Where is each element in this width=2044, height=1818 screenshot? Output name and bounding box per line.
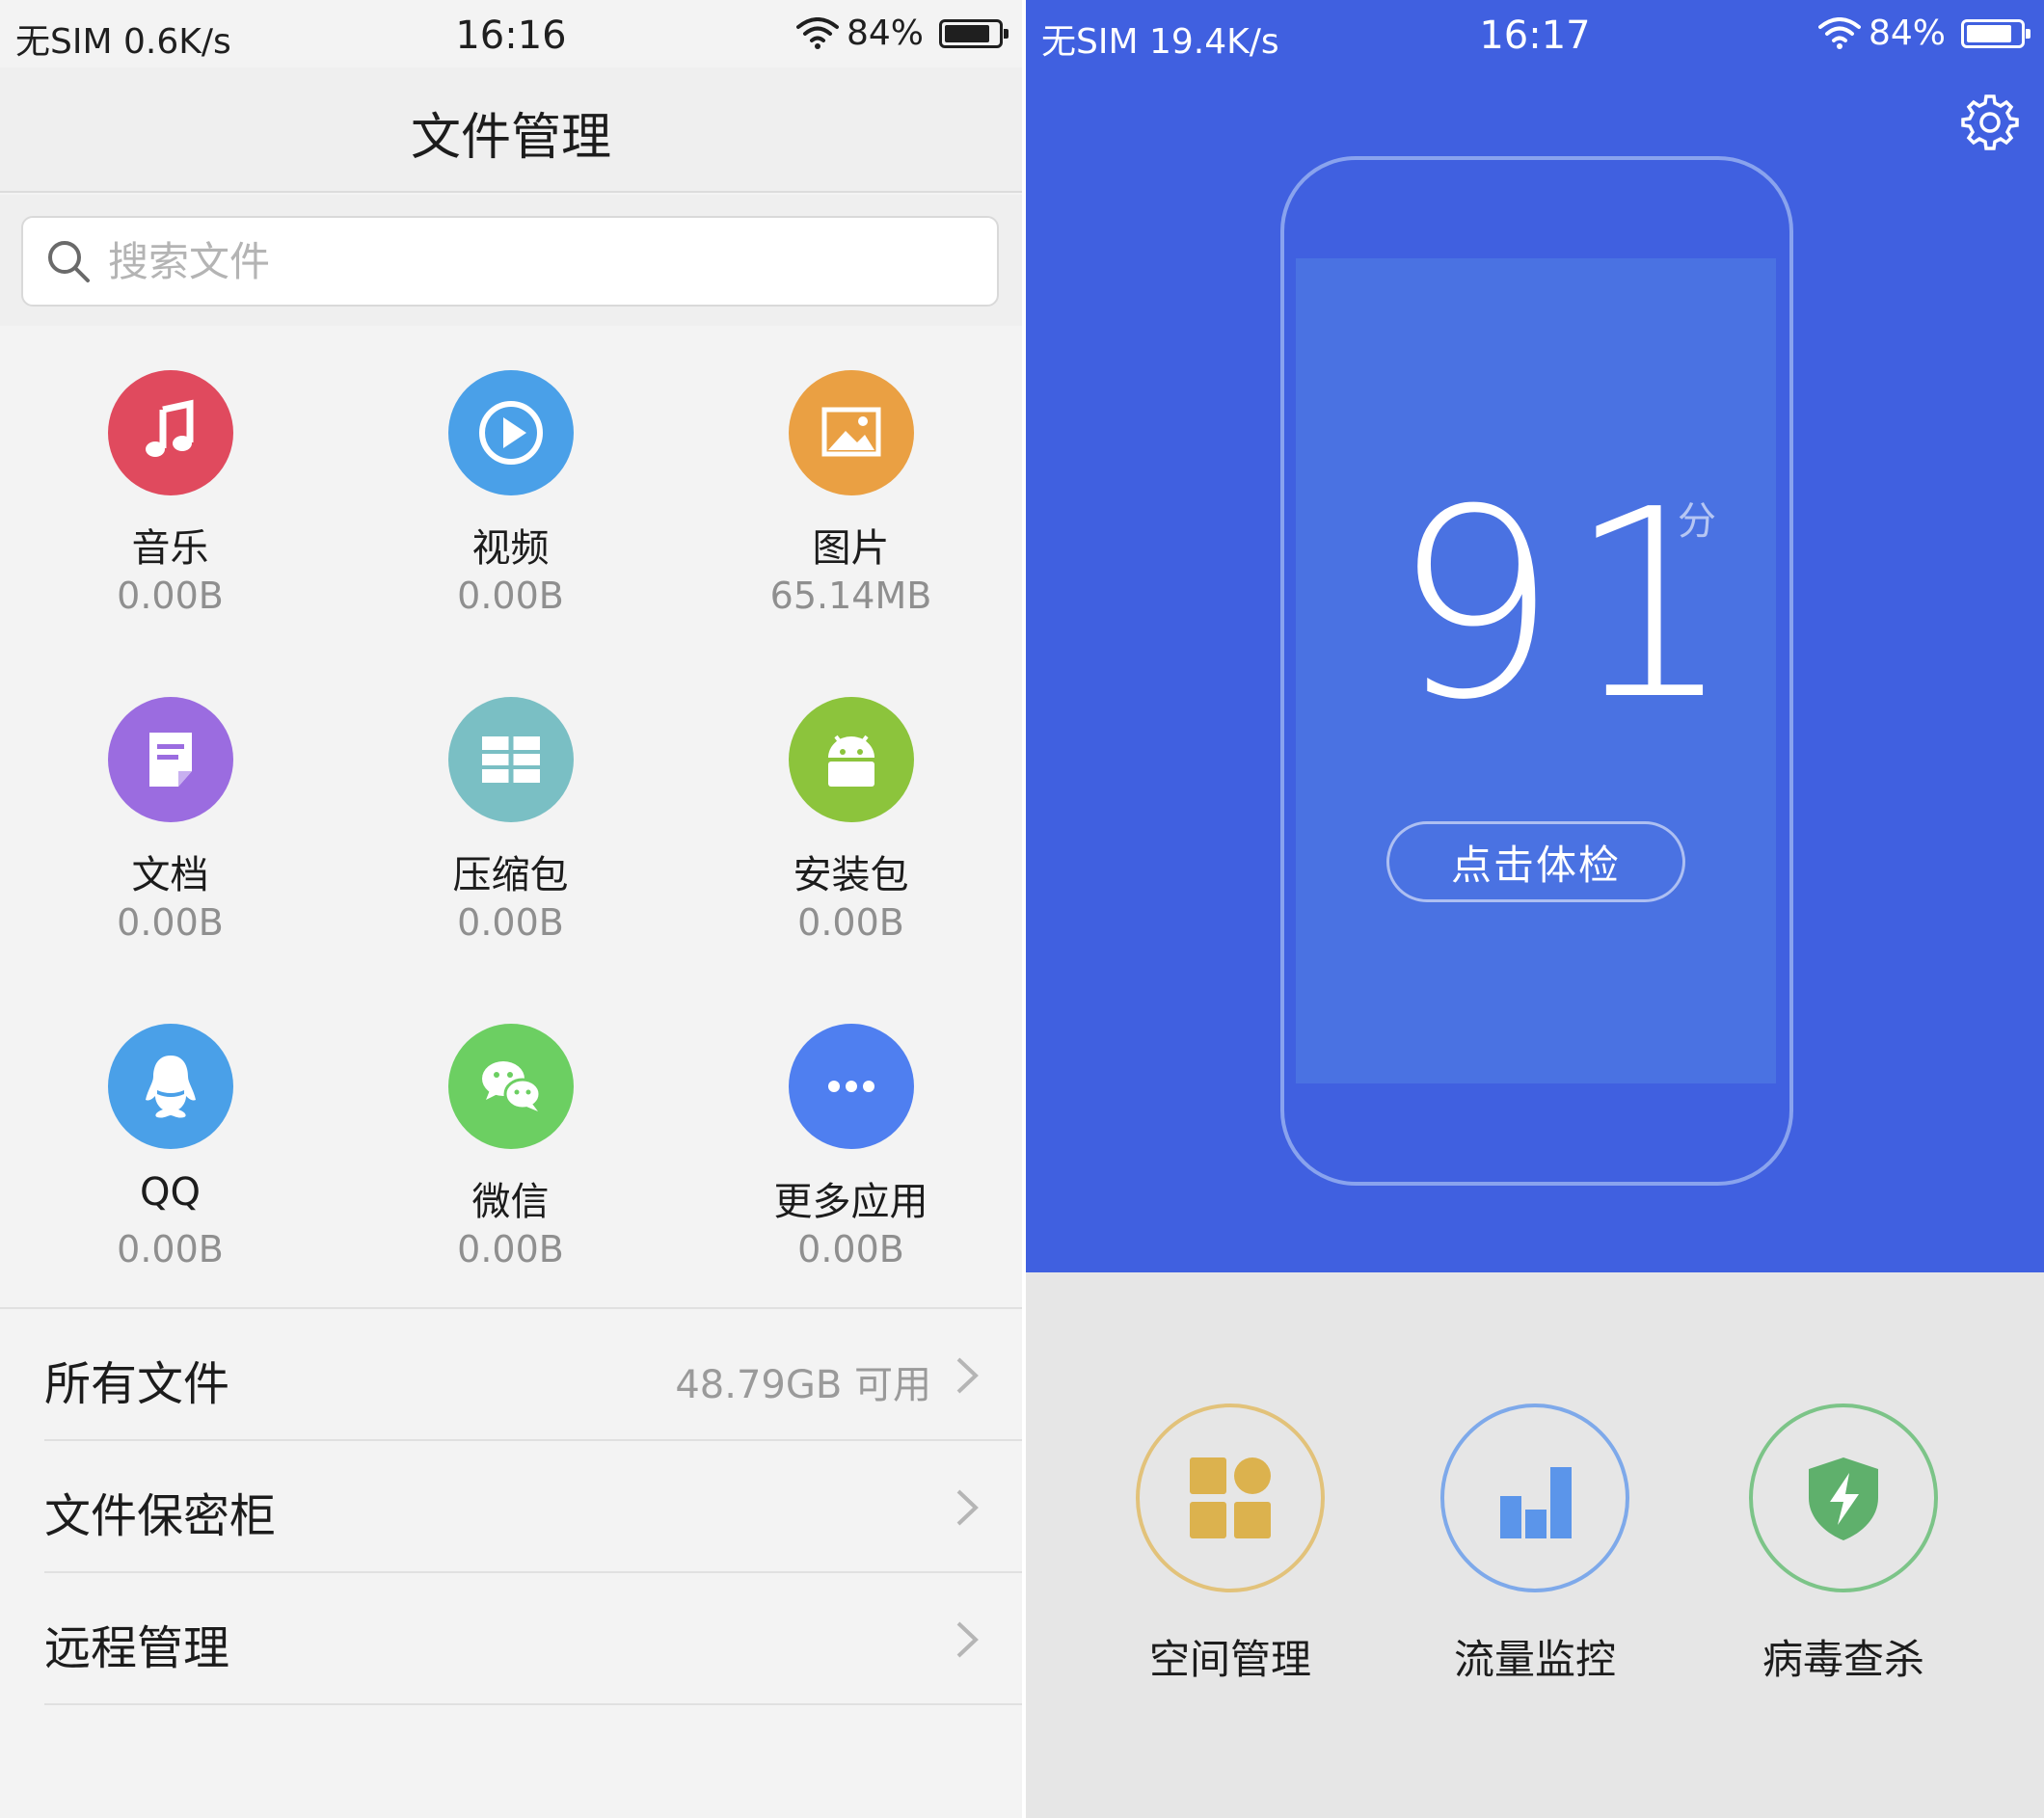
battery-icon <box>939 18 1009 48</box>
gear-icon[interactable] <box>1961 93 2019 150</box>
page-title: 文件管理 <box>410 109 611 167</box>
category-qq[interactable]: QQ 0.00B <box>0 979 340 1306</box>
file-manager-screen: 无SIM 0.6K/s 16:16 84% 文件管理 音乐 0.00B <box>0 0 1022 1818</box>
category-label: 图片 <box>812 526 890 571</box>
check-up-button[interactable]: 点击体检 <box>1386 821 1685 902</box>
picture-icon <box>788 370 914 495</box>
free-space-label: 48.79GB 可用 <box>675 1363 931 1407</box>
battery-icon <box>1961 18 2031 48</box>
category-label: 压缩包 <box>452 853 569 897</box>
more-icon <box>788 1024 914 1149</box>
wifi-icon <box>1817 16 1861 49</box>
status-right: 84% <box>1817 13 2031 53</box>
category-size: 0.00B <box>797 901 904 944</box>
qq-icon <box>107 1024 233 1149</box>
list-item-title: 文件保密柜 <box>44 1489 277 1543</box>
header: 文件管理 <box>0 67 1022 193</box>
document-icon <box>107 697 233 822</box>
category-label: 更多应用 <box>773 1180 928 1224</box>
category-more-apps[interactable]: 更多应用 0.00B <box>681 979 1021 1306</box>
category-label: 视频 <box>471 526 550 571</box>
android-icon <box>788 697 914 822</box>
category-size: 65.14MB <box>769 575 932 617</box>
chevron-right-icon <box>956 1357 979 1394</box>
list-item-title: 远程管理 <box>44 1621 230 1675</box>
music-icon <box>107 370 233 495</box>
category-label: 安装包 <box>793 853 909 897</box>
score-unit: 分 <box>1678 499 1716 544</box>
list-item-title: 所有文件 <box>44 1357 230 1411</box>
wifi-icon <box>795 16 839 49</box>
tool-label: 流量监控 <box>1453 1636 1616 1683</box>
category-grid: 音乐 0.00B 视频 0.00B 图片 65.14MB 文档 0.00B 压缩… <box>0 326 1022 1307</box>
battery-percent: 84% <box>1868 13 1946 53</box>
list-item-all-files[interactable]: 所有文件 48.79GB 可用 <box>0 1309 1022 1441</box>
search-input[interactable] <box>108 237 686 285</box>
tool-space-manage[interactable]: 空间管理 <box>1136 1404 1325 1686</box>
list-item-remote-manage[interactable]: 远程管理 <box>0 1573 1022 1705</box>
tool-virus-scan[interactable]: 病毒查杀 <box>1749 1404 1938 1686</box>
traffic-monitor-icon <box>1440 1404 1629 1592</box>
virus-scan-icon <box>1749 1404 1938 1592</box>
category-document[interactable]: 文档 0.00B <box>0 653 340 979</box>
chevron-right-icon <box>956 1489 979 1526</box>
chevron-right-icon <box>956 1621 979 1658</box>
tool-label: 病毒查杀 <box>1762 1636 1924 1683</box>
status-bar: 无SIM 19.4K/s 16:17 84% <box>1026 0 2044 67</box>
search-bar <box>0 195 1022 326</box>
category-wechat[interactable]: 微信 0.00B <box>340 979 681 1306</box>
category-picture[interactable]: 图片 65.14MB <box>681 326 1021 653</box>
battery-percent: 84% <box>846 13 924 53</box>
status-right: 84% <box>795 13 1009 53</box>
category-apk[interactable]: 安装包 0.00B <box>681 653 1021 979</box>
category-label: 微信 <box>471 1180 550 1224</box>
category-size: 0.00B <box>457 1228 564 1270</box>
category-size: 0.00B <box>457 901 564 944</box>
category-video[interactable]: 视频 0.00B <box>340 326 681 653</box>
space-manage-icon <box>1136 1404 1325 1592</box>
tool-label: 空间管理 <box>1148 1636 1311 1683</box>
category-size: 0.00B <box>797 1228 904 1270</box>
category-label: 音乐 <box>131 526 209 571</box>
phone-manager-screen: 无SIM 19.4K/s 16:17 84% 91 分 点击体检 空间管理 流量… <box>1026 0 2044 1818</box>
category-size: 0.00B <box>117 1228 224 1270</box>
category-size: 0.00B <box>117 901 224 944</box>
category-size: 0.00B <box>117 575 224 617</box>
search-box[interactable] <box>21 216 999 307</box>
category-label: 文档 <box>131 853 209 897</box>
file-list: 所有文件 48.79GB 可用 文件保密柜 远程管理 <box>0 1307 1022 1705</box>
score-panel: 无SIM 19.4K/s 16:17 84% 91 分 点击体检 <box>1026 0 2044 1272</box>
list-item-safe-box[interactable]: 文件保密柜 <box>0 1441 1022 1573</box>
archive-icon <box>447 697 574 822</box>
category-label: QQ <box>140 1170 201 1215</box>
status-bar: 无SIM 0.6K/s 16:16 84% <box>0 0 1022 67</box>
search-icon <box>48 241 90 282</box>
video-icon <box>447 370 574 495</box>
tool-traffic-monitor[interactable]: 流量监控 <box>1440 1404 1629 1686</box>
category-archive[interactable]: 压缩包 0.00B <box>340 653 681 979</box>
category-size: 0.00B <box>457 575 564 617</box>
wechat-icon <box>447 1024 574 1149</box>
category-music[interactable]: 音乐 0.00B <box>0 326 340 653</box>
